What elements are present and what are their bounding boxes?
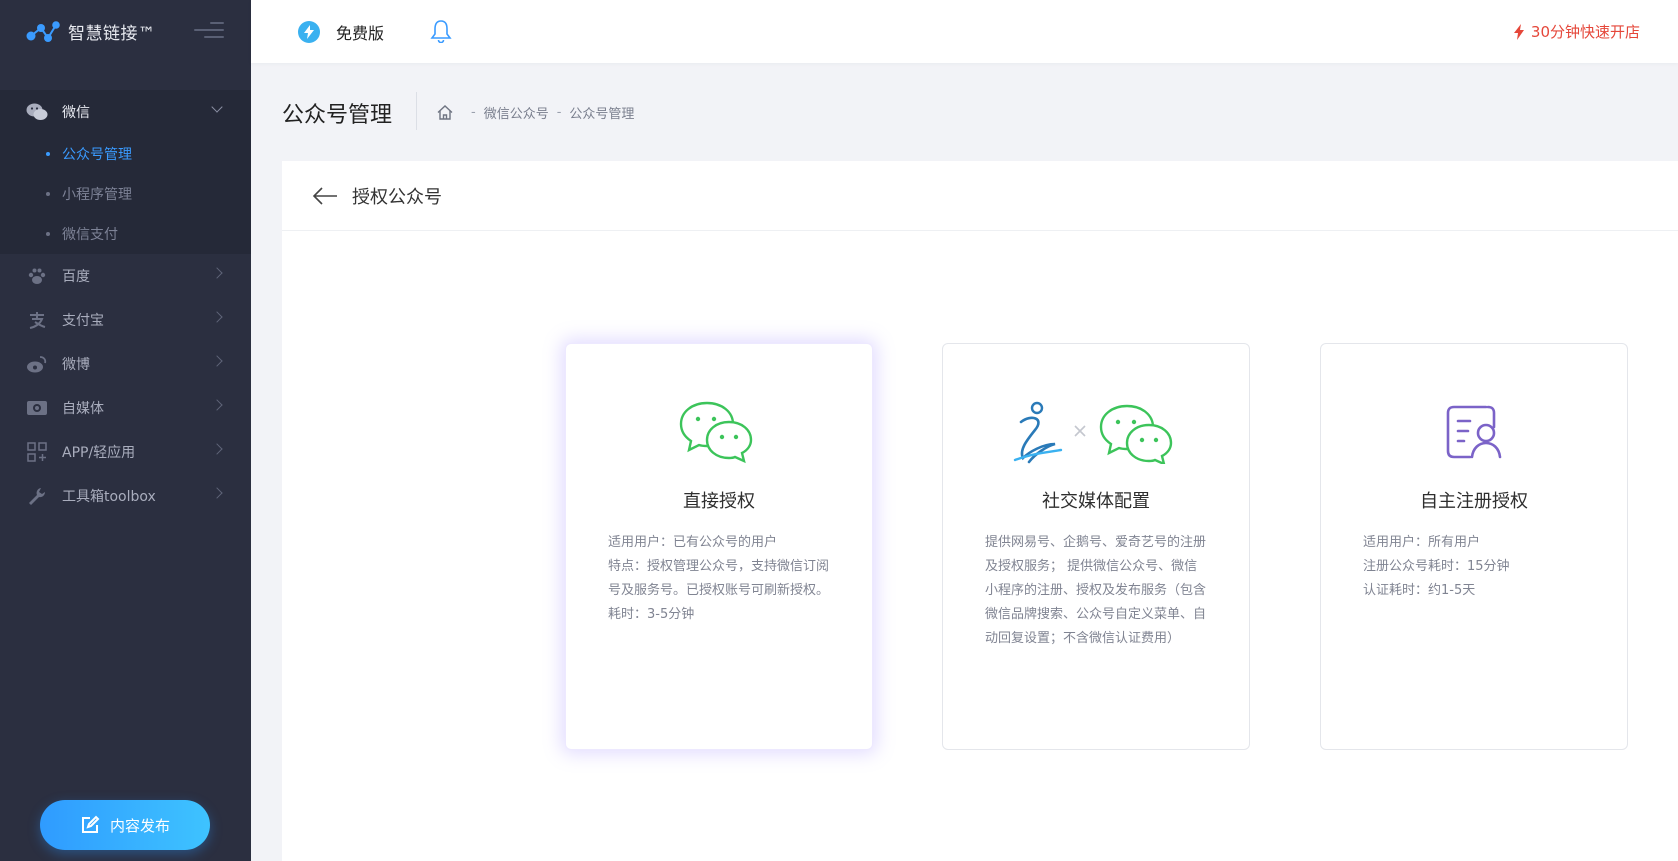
option-desc-line: 特点：授权管理公众号，支持微信订阅号及服务号。已授权账号可刷新授权。 bbox=[608, 559, 830, 598]
topbar: 免费版 30分钟快速开店 bbox=[251, 0, 1678, 63]
chevron-right-icon bbox=[211, 311, 223, 323]
bullet-dot bbox=[46, 232, 50, 236]
option-description: 提供网易号、企鹅号、爱奇艺号的注册及授权服务； 提供微信公众号、微信小程序的注册… bbox=[985, 531, 1209, 651]
sidebar-item-media[interactable]: 自媒体 bbox=[0, 386, 251, 430]
breadcrumb-separator: - bbox=[471, 105, 476, 120]
app-grid-icon bbox=[26, 441, 48, 463]
card-title: 授权公众号 bbox=[352, 186, 442, 208]
page-title: 公众号管理 bbox=[282, 103, 393, 128]
option-self-register-authorize[interactable]: 自主注册授权 适用用户：所有用户 注册公众号耗时：15分钟 认证耗时：约1-5天 bbox=[1320, 343, 1628, 750]
option-direct-authorize[interactable]: 直接授权 适用用户：已有公众号的用户 特点：授权管理公众号，支持微信订阅号及服务… bbox=[565, 343, 873, 750]
chevron-right-icon bbox=[211, 443, 223, 455]
sidebar-subitem-official-account[interactable]: 公众号管理 bbox=[0, 134, 251, 174]
alipay-icon bbox=[26, 309, 48, 331]
sidebar-subitem-miniprogram[interactable]: 小程序管理 bbox=[0, 174, 251, 214]
sidebar-menu: 微信 公众号管理 小程序管理 微信支付 百度 支付宝 微博 自媒体 APP/轻应… bbox=[0, 90, 251, 518]
publish-button-label: 内容发布 bbox=[109, 816, 170, 835]
sidebar-item-label: 自媒体 bbox=[62, 401, 104, 417]
sidebar-item-label: 微博 bbox=[62, 357, 90, 373]
chevron-right-icon bbox=[211, 267, 223, 279]
social-media-icon bbox=[943, 400, 1249, 464]
sidebar-item-label: 支付宝 bbox=[62, 313, 104, 329]
sidebar-item-label: 百度 bbox=[62, 269, 90, 285]
sidebar-subitem-label: 小程序管理 bbox=[62, 187, 132, 203]
sidebar-item-baidu[interactable]: 百度 bbox=[0, 254, 251, 298]
netease-logo-icon bbox=[1013, 401, 1063, 464]
authorize-card: 授权公众号 直接授权 适用用户：已有公众号的用户 特点：授权管理公众号，支持微信… bbox=[282, 161, 1678, 861]
brand-name: 智慧链接™ bbox=[68, 24, 156, 44]
quick-open-label: 30分钟快速开店 bbox=[1530, 23, 1640, 41]
sidebar-item-weibo[interactable]: 微博 bbox=[0, 342, 251, 386]
sidebar-subitem-label: 微信支付 bbox=[62, 227, 118, 243]
option-desc-line: 适用用户：已有公众号的用户 bbox=[608, 535, 778, 550]
paw-icon bbox=[26, 265, 48, 287]
option-social-media-config[interactable]: 社交媒体配置 提供网易号、企鹅号、爱奇艺号的注册及授权服务； 提供微信公众号、微… bbox=[942, 343, 1250, 750]
breadcrumb-separator: - bbox=[556, 105, 562, 120]
weibo-icon bbox=[26, 353, 48, 375]
id-card-user-icon bbox=[1321, 400, 1627, 464]
sidebar-item-wechat[interactable]: 微信 bbox=[0, 90, 251, 134]
option-title: 社交媒体配置 bbox=[1042, 491, 1150, 512]
sidebar-subitem-label: 公众号管理 bbox=[62, 147, 132, 163]
sidebar-item-label: 工具箱toolbox bbox=[62, 489, 156, 505]
option-title: 直接授权 bbox=[683, 491, 755, 512]
menu-group-wechat: 微信 公众号管理 小程序管理 微信支付 bbox=[0, 90, 251, 254]
chevron-down-icon bbox=[211, 101, 223, 113]
option-desc-line: 提供网易号、企鹅号、爱奇艺号的注册及授权服务； 提供微信公众号、微信小程序的注册… bbox=[985, 535, 1207, 646]
wechat-icon bbox=[566, 400, 872, 464]
wrench-icon bbox=[26, 485, 48, 507]
wechat-logo-icon bbox=[1099, 404, 1173, 464]
media-icon bbox=[26, 397, 48, 419]
card-header: 授权公众号 bbox=[282, 161, 1678, 231]
sidebar-item-toolbox[interactable]: 工具箱toolbox bbox=[0, 474, 251, 518]
plan-indicator[interactable]: 免费版 bbox=[298, 20, 384, 44]
option-desc-line: 耗时：3-5分钟 bbox=[608, 607, 695, 622]
option-desc-line: 适用用户：所有用户 bbox=[1363, 535, 1481, 550]
menu-toggle-icon[interactable] bbox=[194, 22, 224, 42]
home-icon[interactable] bbox=[437, 105, 453, 120]
breadcrumb-item[interactable]: 微信公众号 bbox=[484, 103, 549, 122]
option-description: 适用用户：已有公众号的用户 特点：授权管理公众号，支持微信订阅号及服务号。已授权… bbox=[608, 531, 832, 627]
chevron-right-icon bbox=[211, 487, 223, 499]
lightning-icon bbox=[1513, 23, 1524, 40]
option-desc-line: 认证耗时：约1-5天 bbox=[1363, 583, 1476, 598]
publish-content-button[interactable]: 内容发布 bbox=[40, 800, 210, 850]
brand-logo-icon bbox=[26, 20, 60, 42]
breadcrumb-item: 公众号管理 bbox=[569, 107, 635, 122]
lightning-badge-icon bbox=[298, 21, 320, 43]
sidebar-item-label: APP/轻应用 bbox=[62, 445, 136, 461]
option-description: 适用用户：所有用户 注册公众号耗时：15分钟 认证耗时：约1-5天 bbox=[1363, 531, 1587, 603]
sidebar-subitem-wechat-pay[interactable]: 微信支付 bbox=[0, 214, 251, 254]
bullet-dot bbox=[46, 192, 50, 196]
edit-icon bbox=[81, 815, 100, 833]
option-title: 自主注册授权 bbox=[1420, 491, 1528, 512]
plan-label: 免费版 bbox=[336, 24, 385, 43]
quick-open-store-link[interactable]: 30分钟快速开店 bbox=[1513, 21, 1640, 42]
sidebar-item-alipay[interactable]: 支付宝 bbox=[0, 298, 251, 342]
sidebar-item-label: 微信 bbox=[62, 105, 90, 121]
option-desc-line: 注册公众号耗时：15分钟 bbox=[1363, 559, 1510, 574]
chevron-right-icon bbox=[211, 355, 223, 367]
sidebar: 智慧链接™ 微信 公众号管理 小程序管理 微信支付 百度 支付宝 微博 自媒体 … bbox=[0, 0, 251, 861]
bullet-dot bbox=[46, 152, 50, 156]
breadcrumb: - 微信公众号 - 公众号管理 bbox=[437, 103, 634, 122]
wechat-icon bbox=[26, 101, 48, 123]
bell-icon[interactable] bbox=[430, 19, 452, 43]
back-arrow-icon[interactable] bbox=[312, 186, 338, 206]
chevron-right-icon bbox=[211, 399, 223, 411]
title-divider bbox=[416, 92, 417, 130]
sidebar-item-app[interactable]: APP/轻应用 bbox=[0, 430, 251, 474]
